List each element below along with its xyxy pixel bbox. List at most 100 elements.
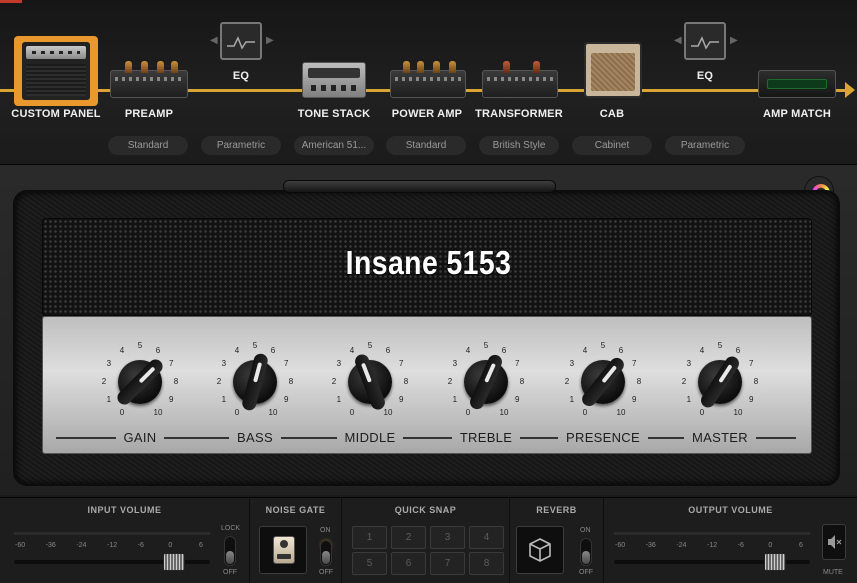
panel-divider-line <box>647 437 684 439</box>
knob-master[interactable]: 0 1 2 3 4 5 6 7 8 9 10 <box>680 341 760 422</box>
signal-arrow-icon <box>845 82 855 98</box>
knob-label-bass: BASS <box>237 430 273 445</box>
cab-type-select[interactable]: Cabinet <box>572 136 652 155</box>
knob-tick: 2 <box>564 377 570 386</box>
knob-tick: 10 <box>153 408 163 418</box>
bottom-bar: INPUT VOLUME NOISE GATE QUICK SNAP REVER… <box>0 497 857 583</box>
knob-tick: 4 <box>234 345 240 355</box>
knob-label-master: MASTER <box>692 430 748 445</box>
output-meter <box>614 532 810 535</box>
quick-snap-slot-3[interactable]: 3 <box>430 526 465 549</box>
module-custom-panel[interactable]: CUSTOM PANEL <box>0 0 112 130</box>
knob-tick: 2 <box>101 377 107 386</box>
knob-tick: 2 <box>681 377 687 386</box>
scale-mark: -24 <box>676 542 687 549</box>
knob-tick: 3 <box>221 359 227 368</box>
knob-tick: 0 <box>582 408 588 418</box>
quick-snap-slot-8[interactable]: 8 <box>469 552 504 575</box>
module-label: CAB <box>599 108 625 120</box>
knob-treble[interactable]: 0 1 2 3 4 5 6 7 8 9 10 <box>446 341 526 422</box>
module-label: PREAMP <box>124 108 174 120</box>
amp-handle <box>283 180 556 193</box>
knob-tick: 10 <box>383 408 393 418</box>
scale-mark: 6 <box>199 542 203 549</box>
knob-tick: 3 <box>336 359 342 368</box>
module-eq-2[interactable]: ◀ ▶ EQ <box>664 0 748 130</box>
eq-2-type-select[interactable]: Parametric <box>665 136 745 155</box>
knob-tick: 3 <box>686 359 692 368</box>
tone-stack-type-select[interactable]: American 51... <box>294 136 374 155</box>
knob-tick: 4 <box>699 345 705 355</box>
module-preamp[interactable]: PREAMP <box>100 0 196 130</box>
noise-gate-toggle[interactable] <box>320 540 332 566</box>
knob-tick: 4 <box>465 345 471 355</box>
reverb-on-label: ON <box>580 527 591 534</box>
knob-tick: 8 <box>173 377 179 386</box>
quick-snap-slot-6[interactable]: 6 <box>391 552 426 575</box>
knob-tick: 7 <box>631 359 637 368</box>
lock-toggle[interactable] <box>224 536 236 566</box>
quick-snap-slot-2[interactable]: 2 <box>391 526 426 549</box>
module-power-amp[interactable]: POWER AMP <box>384 0 472 130</box>
knob-tick: 0 <box>699 408 705 418</box>
input-volume-fader[interactable] <box>163 553 185 571</box>
knob-gain[interactable]: 0 1 2 3 4 5 6 7 8 9 10 <box>100 341 180 422</box>
eq-graph-icon <box>220 22 262 60</box>
transformer-icon <box>482 61 558 98</box>
scale-mark: -60 <box>615 542 626 549</box>
module-transformer[interactable]: TRANSFORMER <box>475 0 564 130</box>
knob-tick: 1 <box>221 395 227 404</box>
knob-tick: 10 <box>733 408 743 418</box>
noise-gate-button[interactable] <box>259 526 307 574</box>
section-title: OUTPUT VOLUME <box>688 505 773 515</box>
knob-tick: 2 <box>216 377 222 386</box>
pedal-icon <box>273 536 295 564</box>
knob-tick: 8 <box>636 377 642 386</box>
knob-tick: 9 <box>283 395 289 404</box>
knob-middle[interactable]: 0 1 2 3 4 5 6 7 8 9 10 <box>330 341 410 422</box>
knob-skirt <box>353 352 387 412</box>
panel-divider-line <box>280 437 337 439</box>
knob-tick: 6 <box>270 345 276 355</box>
scale-mark: -24 <box>76 542 87 549</box>
reverb-toggle[interactable] <box>580 538 592 566</box>
module-label: TONE STACK <box>297 108 371 120</box>
knob-tick: 2 <box>447 377 453 386</box>
panel-divider-line <box>164 437 230 439</box>
chevron-right-icon: ▶ <box>266 35 274 46</box>
quick-snap-slot-5[interactable]: 5 <box>352 552 387 575</box>
scale-mark: 0 <box>768 542 773 549</box>
knob-tick: 7 <box>514 359 520 368</box>
knob-dial <box>579 355 627 409</box>
knob-presence[interactable]: 0 1 2 3 4 5 6 7 8 9 10 <box>563 341 643 422</box>
module-label: EQ <box>696 70 714 82</box>
reverb-button[interactable] <box>516 526 564 574</box>
section-title: INPUT VOLUME <box>87 505 162 515</box>
knob-tick: 5 <box>600 341 606 350</box>
eq-type-select[interactable]: Parametric <box>201 136 281 155</box>
knob-tick: 8 <box>519 377 525 386</box>
signal-chain: CUSTOM PANEL PREAMP ◀ ▶ EQ TONE STACK PO… <box>0 0 857 165</box>
quick-snap-slot-4[interactable]: 4 <box>469 526 504 549</box>
power-amp-type-select[interactable]: Standard <box>386 136 466 155</box>
quick-snap-slot-1[interactable]: 1 <box>352 526 387 549</box>
knob-tick: 7 <box>748 359 754 368</box>
tone-stack-icon <box>302 62 366 98</box>
knob-tick: 1 <box>336 395 342 404</box>
knob-tick: 5 <box>367 341 373 350</box>
knob-label-middle: MIDDLE <box>344 430 396 445</box>
panel-divider-line <box>403 437 452 439</box>
knob-tick: 10 <box>616 408 626 418</box>
preamp-type-select[interactable]: Standard <box>108 136 188 155</box>
lock-label: LOCK <box>221 525 241 532</box>
transformer-type-select[interactable]: British Style <box>479 136 559 155</box>
knob-bass[interactable]: 0 1 2 3 4 5 6 7 8 9 10 <box>215 341 295 422</box>
module-amp-match[interactable]: AMP MATCH <box>750 0 846 130</box>
module-eq-1[interactable]: ◀ ▶ EQ <box>200 0 284 130</box>
knob-tick: 10 <box>268 408 278 418</box>
quick-snap-slot-7[interactable]: 7 <box>430 552 465 575</box>
output-volume-fader[interactable] <box>764 553 786 571</box>
knob-tick: 8 <box>288 377 294 386</box>
knob-tick: 6 <box>385 345 391 355</box>
mute-button[interactable] <box>822 524 846 560</box>
